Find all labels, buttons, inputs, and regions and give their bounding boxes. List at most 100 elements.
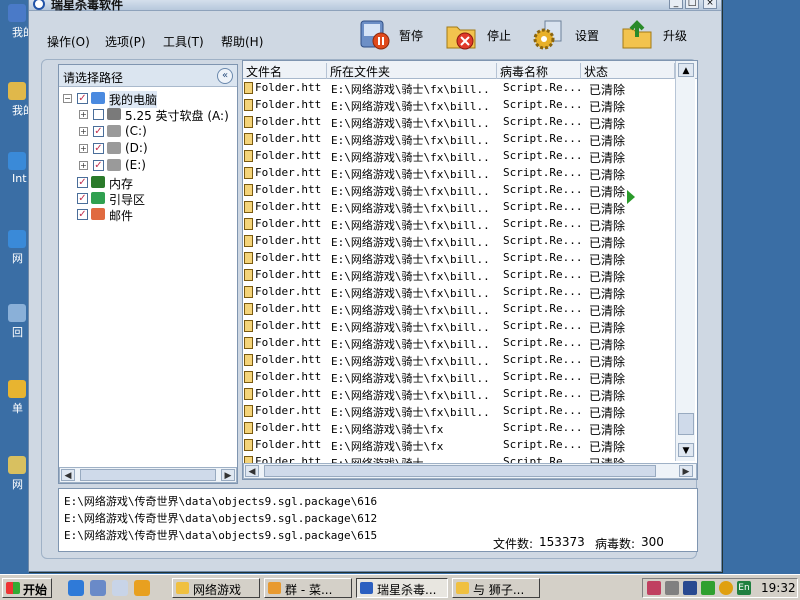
table-row[interactable]: Folder.htt E:\网络游戏\骑士\fx\bill.. Script.Re.… (243, 233, 675, 250)
tree-horizontal-scrollbar[interactable]: ◀ ▶ (59, 467, 237, 483)
qq-penguin-icon[interactable] (719, 581, 733, 595)
column-folder[interactable]: 所在文件夹 (327, 63, 497, 79)
start-button[interactable]: 开始 (2, 578, 52, 598)
menu-tools[interactable]: 工具(T) (163, 33, 204, 50)
expand-icon[interactable]: + (79, 110, 88, 119)
infected-file-icon (244, 218, 253, 230)
tree-checkbox[interactable]: ✓ (77, 193, 88, 204)
column-status[interactable]: 状态 (581, 63, 675, 79)
collapse-icon[interactable]: − (63, 94, 72, 103)
taskbar-task[interactable]: 与 狮子... (452, 578, 540, 598)
list-vertical-scrollbar[interactable]: ▲ ▼ (675, 61, 695, 461)
infected-file-icon (244, 286, 253, 298)
table-row[interactable]: Folder.htt E:\网络游戏\骑士\fx\bill.. Script.Re.… (243, 97, 675, 114)
desktop-shortcut-icon (8, 380, 26, 398)
table-row[interactable]: Folder.htt E:\网络游戏\骑士\fx\bill.. Script.Re.… (243, 369, 675, 386)
tree-checkbox[interactable]: ✓ (93, 143, 104, 154)
table-row[interactable]: Folder.htt E:\网络游戏\骑士\fx\bill.. Script.Re.… (243, 148, 675, 165)
cell-folder: E:\网络游戏\骑士\fx (331, 423, 444, 436)
rising-tray-icon[interactable] (683, 581, 697, 595)
clock[interactable]: 19:32 (761, 581, 796, 595)
close-button[interactable]: × (703, 0, 717, 9)
media-player-icon[interactable] (134, 580, 150, 596)
list-scroll-right-arrow-icon[interactable]: ▶ (679, 465, 693, 477)
table-row[interactable]: Folder.htt E:\网络游戏\骑士\fx\bill.. Script.Re.… (243, 352, 675, 369)
tree-checkbox[interactable]: ✓ (77, 93, 88, 104)
infected-file-icon (244, 320, 253, 332)
table-row[interactable]: Folder.htt E:\网络游戏\骑士\fx\bill.. Script.Re.… (243, 165, 675, 182)
upgrade-button[interactable]: 升级 (621, 17, 695, 55)
collapse-panel-icon[interactable]: « (217, 68, 233, 84)
table-row[interactable]: Folder.htt E:\网络游戏\骑士\fx\bill.. Script.Re.… (243, 114, 675, 131)
list-hscroll-thumb[interactable] (264, 465, 656, 477)
settings-button[interactable]: 设置 (531, 17, 611, 55)
expand-icon[interactable]: + (79, 161, 88, 170)
input-language-indicator[interactable]: En (737, 581, 751, 595)
tree-checkbox[interactable]: ✓ (77, 177, 88, 188)
tray-app-icon[interactable] (647, 581, 661, 595)
table-row[interactable]: Folder.htt E:\网络游戏\骑士\fx Script.Re... 已清除 (243, 437, 675, 454)
tree-checkbox[interactable]: ✓ (93, 126, 104, 137)
table-row[interactable]: Folder.htt E:\网络游戏\骑士\fx\bill.. Script.Re.… (243, 267, 675, 284)
volume-icon[interactable] (665, 581, 679, 595)
scan-log: E:\网络游戏\传奇世界\data\objects9.sgl.package\6… (58, 488, 698, 552)
floppy-icon (107, 108, 121, 120)
table-row[interactable]: Folder.htt E:\网络游戏\骑士\fx Script.Re... 已清除 (243, 420, 675, 437)
file-count-value: 153373 (539, 535, 585, 549)
menu-help[interactable]: 帮助(H) (221, 33, 263, 50)
table-row[interactable]: Folder.htt E:\网络游戏\骑士\fx\bill.. Script.Re.… (243, 199, 675, 216)
list-scroll-thumb[interactable] (678, 413, 694, 435)
stop-button[interactable]: 停止 (445, 17, 519, 55)
scroll-right-arrow-icon[interactable]: ▶ (221, 469, 235, 481)
cell-status: 已清除 (589, 270, 626, 284)
window-title: 瑞星杀毒软件 (51, 0, 124, 12)
tree-scroll-thumb[interactable] (80, 469, 216, 481)
table-row[interactable]: Folder.htt E:\网络游戏\骑士\fx\bill.. Script.Re.… (243, 216, 675, 233)
title-bar[interactable]: 瑞星杀毒软件 _ □ × (29, 0, 721, 12)
expand-icon[interactable]: + (79, 127, 88, 136)
table-row[interactable]: Folder.htt E:\网络游戏\骑士\fx\bill.. Script.Re.… (243, 131, 675, 148)
show-desktop-icon[interactable] (90, 580, 106, 596)
table-row[interactable]: Folder.htt E:\网络游戏\骑士\fx\bill.. Script.Re.… (243, 301, 675, 318)
tree-checkbox[interactable]: ✓ (77, 209, 88, 220)
internet-explorer-icon[interactable] (68, 580, 84, 596)
network-icon[interactable] (701, 581, 715, 595)
taskbar-task[interactable]: 群 - 菜... (264, 578, 352, 598)
cell-status: 已清除 (589, 117, 626, 131)
infected-file-icon (244, 303, 253, 315)
scroll-up-arrow-icon[interactable]: ▲ (678, 63, 694, 77)
table-row[interactable]: Folder.htt E:\网络游戏\骑士\fx\bill.. Script.Re.… (243, 318, 675, 335)
list-horizontal-scrollbar[interactable]: ◀ ▶ (243, 463, 697, 479)
tree-checkbox[interactable]: ✓ (93, 160, 104, 171)
boot-sector-icon (91, 192, 105, 204)
tree-checkbox[interactable] (93, 109, 104, 120)
table-row[interactable]: Folder.htt E:\网络游戏\骑士\fx\bill.. Script.Re.… (243, 335, 675, 352)
list-scroll-left-arrow-icon[interactable]: ◀ (245, 465, 259, 477)
table-row[interactable]: Folder.htt E:\网络游戏\骑士\fx\bill.. Script.Re.… (243, 403, 675, 420)
taskbar-task-label: 瑞星杀毒... (377, 583, 437, 597)
cell-virus: Script.Re... (503, 336, 583, 349)
table-row[interactable]: Folder.htt E:\网络游戏\骑士\fx\bill.. Script.Re.… (243, 250, 675, 267)
cell-folder: E:\网络游戏\骑士\fx\bill.. (331, 270, 490, 283)
maximize-button[interactable]: □ (685, 0, 699, 9)
table-row[interactable]: Folder.htt E:\网络游戏\骑士\fx\bill.. Script.Re.… (243, 386, 675, 403)
menu-options[interactable]: 选项(P) (105, 33, 146, 50)
table-row[interactable]: Folder.htt E:\网络游戏\骑士\fx\bill.. Script.Re.… (243, 182, 675, 199)
menu-operate[interactable]: 操作(O) (47, 33, 90, 50)
infected-file-icon (244, 150, 253, 162)
scroll-left-arrow-icon[interactable]: ◀ (61, 469, 75, 481)
taskbar-task[interactable]: 网络游戏 (172, 578, 260, 598)
column-file-name[interactable]: 文件名 (243, 63, 327, 79)
minimize-button[interactable]: _ (669, 0, 683, 9)
quicklaunch-edit-icon[interactable] (112, 580, 128, 596)
cell-file: Folder.htt (255, 115, 322, 128)
table-row[interactable]: Folder.htt E:\网络游戏\骑士\fx\bill.. Script.Re.… (243, 284, 675, 301)
folder-icon (176, 582, 189, 594)
cell-folder: E:\网络游戏\骑士\fx\bill.. (331, 372, 490, 385)
taskbar-task[interactable]: 瑞星杀毒... (356, 578, 448, 598)
scroll-down-arrow-icon[interactable]: ▼ (678, 443, 694, 457)
table-row[interactable]: Folder.htt E:\网络游戏\骑士\fx\bill.. Script.Re.… (243, 80, 675, 97)
pause-button[interactable]: 暂停 (359, 17, 433, 55)
expand-icon[interactable]: + (79, 144, 88, 153)
column-virus-name[interactable]: 病毒名称 (497, 63, 581, 79)
